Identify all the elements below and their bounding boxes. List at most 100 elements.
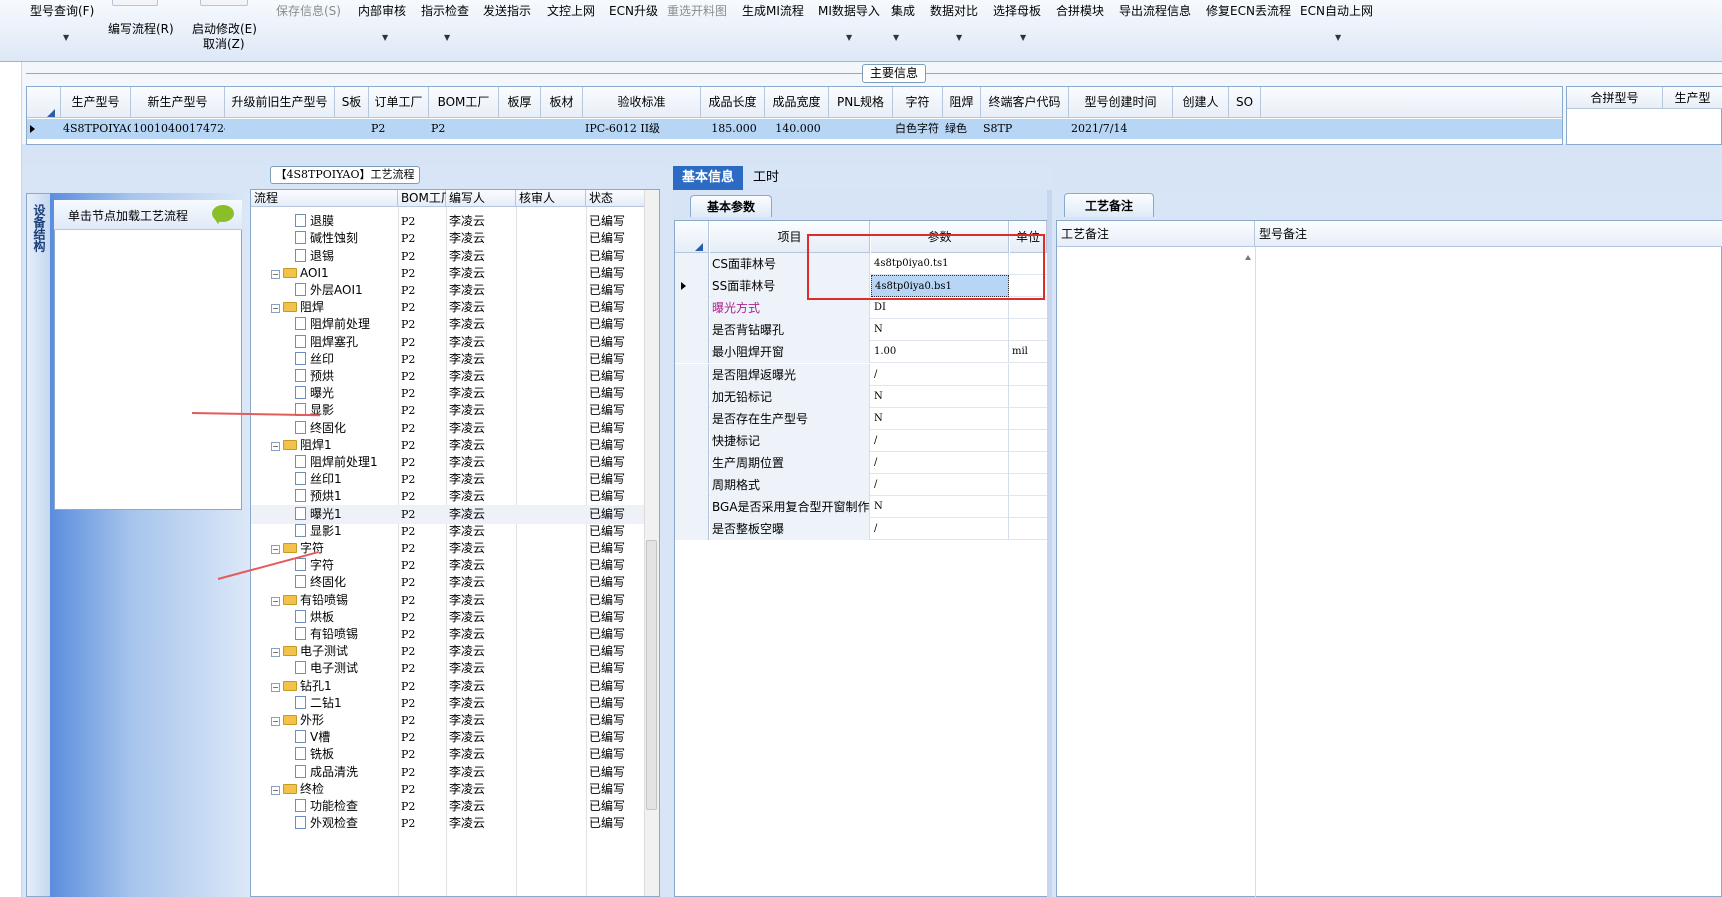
document-icon[interactable] [295, 369, 306, 382]
param-name[interactable]: 是否背钻曝孔 [710, 319, 870, 342]
tree-row[interactable]: 阻焊前处理 P2 李凌云 已编写 [251, 315, 646, 334]
tree-node-label[interactable]: 电子测试 [310, 661, 358, 675]
writer-cell[interactable]: 李凌云 [449, 281, 485, 300]
tree-node-label[interactable]: 阻焊前处理1 [310, 455, 378, 469]
collapse-icon[interactable]: − [271, 269, 280, 279]
param-row[interactable]: 是否整板空曝 / [675, 518, 1047, 541]
bom-cell[interactable]: P2 [401, 797, 415, 816]
column-header[interactable]: 板材 [541, 87, 583, 118]
tree-row[interactable]: 烘板 P2 李凌云 已编写 [251, 608, 646, 627]
bom-cell[interactable]: P2 [401, 298, 415, 317]
flow-scroll-thumb[interactable] [646, 540, 657, 810]
row-indicator[interactable] [675, 297, 709, 320]
bom-cell[interactable]: P2 [401, 677, 415, 696]
status-cell[interactable]: 已编写 [589, 608, 644, 627]
toggle-icon[interactable] [200, 0, 248, 6]
param-row[interactable]: 是否存在生产型号 N [675, 407, 1047, 430]
row-indicator[interactable] [675, 363, 709, 386]
document-icon[interactable] [295, 558, 306, 572]
grid-cell[interactable]: 140.000 [767, 119, 829, 139]
bom-cell[interactable]: P2 [401, 212, 415, 231]
bom-cell[interactable]: P2 [401, 419, 415, 438]
row-indicator[interactable] [675, 429, 709, 452]
param-row[interactable]: 快捷标记 / [675, 429, 1047, 452]
bom-cell[interactable]: P2 [401, 763, 415, 782]
tree-node[interactable]: 电子测试 [295, 659, 358, 678]
tree-node-label[interactable]: 钻孔1 [300, 679, 332, 693]
tree-row[interactable]: − 阻焊 P2 李凌云 已编写 [251, 298, 646, 317]
tree-node-label[interactable]: 电子测试 [300, 644, 348, 658]
bom-cell[interactable]: P2 [401, 556, 415, 575]
tree-node[interactable]: − 外形 [271, 711, 324, 730]
tree-node[interactable]: 阻焊塞孔 [295, 333, 358, 352]
toolbar-button[interactable]: 合拼模块 [1056, 2, 1104, 19]
toolbar-button[interactable]: 数据对比 [930, 2, 978, 19]
status-cell[interactable]: 已编写 [589, 419, 644, 438]
toolbar-button[interactable]: 内部审核 [358, 2, 406, 19]
writer-cell[interactable]: 李凌云 [449, 419, 485, 438]
tree-row[interactable]: 功能检查 P2 李凌云 已编写 [251, 797, 646, 816]
document-icon[interactable] [295, 799, 306, 812]
document-icon[interactable] [295, 506, 306, 520]
tree-node[interactable]: − 阻焊1 [271, 436, 332, 455]
tree-row[interactable]: − 有铅喷锡 P2 李凌云 已编写 [251, 591, 646, 610]
bom-cell[interactable]: P2 [401, 745, 415, 764]
tree-node-label[interactable]: 功能检查 [310, 799, 358, 813]
tree-node-label[interactable]: 曝光 [310, 386, 334, 400]
row-indicator[interactable] [675, 341, 709, 364]
document-icon[interactable] [295, 730, 306, 744]
toolbar-button[interactable]: 发送指示 [483, 2, 531, 19]
document-icon[interactable] [295, 214, 306, 228]
param-name[interactable]: 加无铅标记 [710, 385, 870, 408]
column-header[interactable]: 成品宽度 [765, 87, 829, 118]
tree-row[interactable]: 成品清洗 P2 李凌云 已编写 [251, 763, 646, 782]
column-header[interactable]: 终端客户代码 [981, 87, 1069, 118]
notes-column-header[interactable]: 工艺备注 [1057, 221, 1255, 247]
writer-cell[interactable]: 李凌云 [449, 229, 485, 248]
dropdown-arrow-icon[interactable]: ▼ [444, 33, 450, 42]
toolbar-button[interactable]: 修复ECN丢流程 [1206, 2, 1291, 19]
tree-node-label[interactable]: 退膜 [310, 214, 334, 228]
param-unit[interactable] [1010, 452, 1047, 474]
tree-node-label[interactable]: 有铅喷锡 [300, 593, 348, 607]
tree-node[interactable]: 阻焊前处理1 [295, 453, 378, 472]
row-indicator[interactable] [675, 407, 709, 430]
tree-row[interactable]: 二钻1 P2 李凌云 已编写 [251, 694, 646, 713]
tree-node[interactable]: 成品清洗 [295, 763, 358, 782]
bom-cell[interactable]: P2 [401, 608, 415, 627]
bom-cell[interactable]: P2 [401, 229, 415, 248]
document-icon[interactable] [295, 231, 306, 245]
param-unit[interactable]: mil [1010, 341, 1047, 363]
param-value[interactable]: N [871, 496, 1009, 519]
writer-cell[interactable]: 李凌云 [449, 591, 485, 610]
tree-row[interactable]: 字符 P2 李凌云 已编写 [251, 556, 646, 575]
param-value[interactable]: N [871, 385, 1009, 408]
subtab-basic-params[interactable]: 基本参数 [690, 195, 772, 217]
grid-cell[interactable] [543, 119, 583, 139]
status-cell[interactable]: 已编写 [589, 797, 644, 816]
bom-cell[interactable]: P2 [401, 333, 415, 352]
grid-cell[interactable]: IPC-6012 II级 [585, 119, 701, 139]
status-cell[interactable]: 已编写 [589, 487, 644, 506]
param-value[interactable]: / [871, 363, 1009, 386]
param-row[interactable]: 是否背钻曝孔 N [675, 319, 1047, 342]
tree-node-label[interactable]: 丝印1 [310, 472, 342, 486]
writer-cell[interactable]: 李凌云 [449, 298, 485, 317]
writer-cell[interactable]: 李凌云 [449, 315, 485, 334]
status-cell[interactable]: 已编写 [589, 625, 644, 644]
grid-corner[interactable] [27, 87, 61, 118]
bom-cell[interactable]: P2 [401, 453, 415, 472]
document-icon[interactable] [295, 575, 306, 589]
tree-node[interactable]: 丝印1 [295, 470, 342, 489]
tree-column-header[interactable]: 核审人 [516, 190, 586, 207]
row-pointer-icon[interactable] [30, 125, 35, 133]
toolbar-button[interactable]: 文控上网 [547, 2, 595, 19]
status-cell[interactable]: 已编写 [589, 591, 644, 610]
document-icon[interactable] [295, 248, 306, 262]
tree-node-label[interactable]: 终检 [300, 782, 324, 796]
tree-node[interactable]: 终固化 [295, 573, 346, 592]
bom-cell[interactable]: P2 [401, 642, 415, 661]
writer-cell[interactable]: 李凌云 [449, 608, 485, 627]
scroll-up-icon[interactable] [1245, 255, 1251, 260]
document-icon[interactable] [295, 627, 306, 640]
